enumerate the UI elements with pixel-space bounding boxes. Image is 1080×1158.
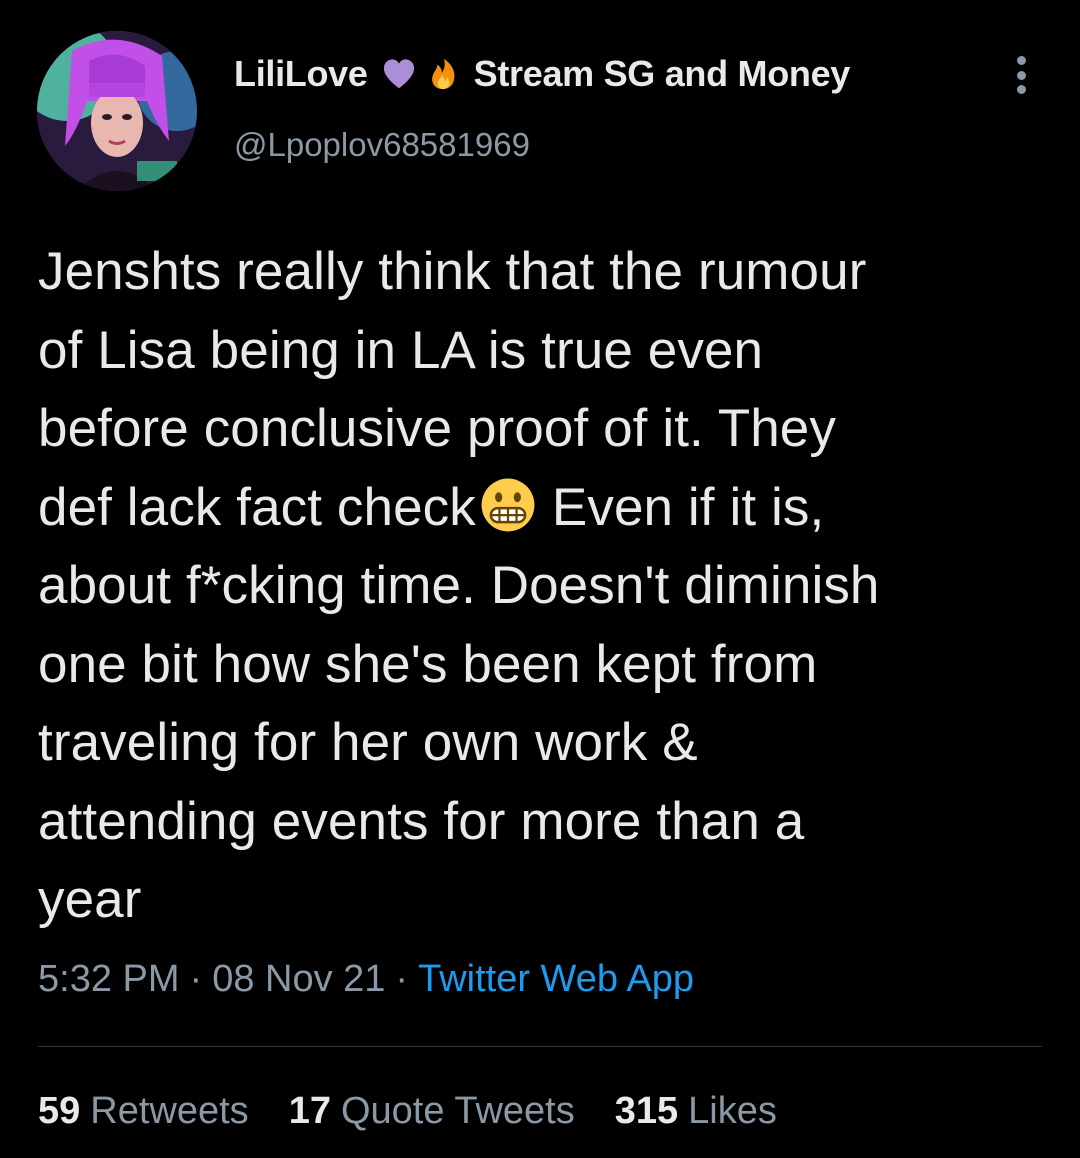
display-name-suffix: Stream SG and Money [473,53,851,94]
tweet-text-line-with-emoji: def lack fact check Even if it is, [38,469,1048,548]
quote-tweets-count: 17 [288,1090,331,1132]
user-handle[interactable]: @Lpoplov68581969 [234,126,530,164]
tweet-text-line: before conclusive proof of it. They [38,399,836,458]
meta-separator: · [395,958,409,1000]
tweet-text-line: year [38,870,142,929]
tweet-text-line: of Lisa being in LA is true even [38,320,764,380]
tweet-text-segment: def lack fact check [38,477,476,537]
tweet-source-link[interactable]: Twitter Web App [418,958,694,1000]
tweet-date[interactable]: 08 Nov 21 [212,958,385,1000]
meta-separator: · [189,958,203,1000]
tweet-text-line: about f*cking time. Doesn't diminish [38,556,880,615]
likes-label: Likes [688,1090,777,1132]
avatar[interactable] [37,31,197,191]
tweet-text-line: one bit how she's been kept from [38,634,818,694]
retweets-count: 59 [38,1090,81,1132]
retweets-label: Retweets [90,1090,249,1132]
purple-heart-icon [383,59,414,89]
more-options-dot [1016,70,1026,80]
divider [38,1046,1042,1047]
quote-tweets-label: Quote Tweets [340,1090,575,1132]
tweet-text-line: traveling for her own work & [38,713,698,772]
tweet-text: Jenshts really think that the rumour of … [38,233,1048,940]
tweet-meta: 5:32 PM · 08 Nov 21 · Twitter Web App [38,958,694,1001]
likes-count: 315 [614,1090,679,1132]
more-options-dot [1016,56,1026,65]
grimacing-face-icon [481,478,535,531]
tweet-text-line: Jenshts really think that the rumour [38,242,867,301]
tweet-detail: LiliLove Stream SG and Money @Lpoplov685… [0,0,1080,1158]
avatar-image [37,31,197,191]
tweet-time[interactable]: 5:32 PM [38,958,180,1000]
likes-stat[interactable]: 315 Likes [615,1090,777,1133]
tweet-stats: 59 Retweets 17 Quote Tweets 315 Likes [38,1090,777,1133]
more-options-icon[interactable] [1004,52,1038,98]
fire-icon [431,58,455,90]
display-name: LiliLove [234,53,368,94]
quote-tweets-stat[interactable]: 17 Quote Tweets [289,1090,575,1133]
tweet-text-segment: Even if it is, [551,477,825,537]
display-name-row[interactable]: LiliLove Stream SG and Money [234,50,850,98]
retweets-stat[interactable]: 59 Retweets [38,1090,249,1133]
more-options-dot [1016,85,1026,94]
tweet-text-line: attending events for more than a [38,791,805,851]
